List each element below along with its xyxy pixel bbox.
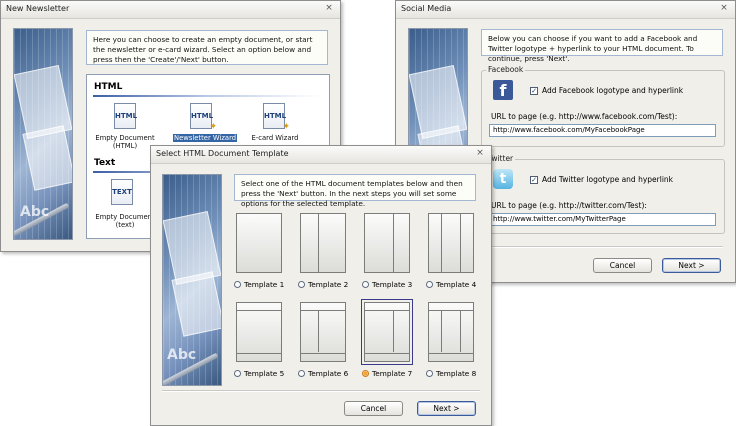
title-bar[interactable]: Social Media × bbox=[396, 1, 735, 19]
template-7-label[interactable]: Template 7 bbox=[372, 369, 412, 378]
cancel-button[interactable]: Cancel bbox=[344, 401, 403, 416]
twitter-checkbox-label[interactable]: Add Twitter logotype and hyperlink bbox=[542, 175, 673, 184]
banner-abc-text: Abc bbox=[20, 204, 50, 220]
template-1-label[interactable]: Template 1 bbox=[244, 280, 284, 289]
section-heading-html: HTML bbox=[94, 82, 123, 92]
wizard-banner-image: Abc bbox=[162, 174, 222, 386]
template-6-label[interactable]: Template 6 bbox=[308, 369, 348, 378]
template-1-preview[interactable] bbox=[236, 213, 282, 273]
facebook-url-input[interactable]: http://www.facebook.com/MyFacebookPage bbox=[489, 124, 716, 137]
title-bar[interactable]: Select HTML Document Template × bbox=[151, 146, 491, 164]
wizard-star-icon: ✦ bbox=[209, 122, 217, 132]
template-4-preview[interactable] bbox=[428, 213, 474, 273]
template-6-preview[interactable] bbox=[300, 302, 346, 362]
facebook-group-label: Facebook bbox=[486, 65, 526, 74]
ecard-wizard-icon[interactable]: HTML ✦ bbox=[263, 103, 290, 132]
facebook-checkbox-label[interactable]: Add Facebook logotype and hyperlink bbox=[542, 86, 683, 95]
template-4-label[interactable]: Template 4 bbox=[436, 280, 476, 289]
info-panel: Below you can choose if you want to add … bbox=[481, 29, 723, 63]
section-heading-text: Text bbox=[94, 158, 116, 168]
template-3-label[interactable]: Template 3 bbox=[372, 280, 412, 289]
wizard-banner-image: Abc bbox=[13, 28, 73, 240]
text-document-icon[interactable]: TEXT bbox=[111, 179, 133, 205]
next-button[interactable]: Next > bbox=[662, 258, 721, 273]
facebook-checkbox[interactable]: ✓ bbox=[530, 87, 538, 95]
twitter-url-label: URL to page (e.g. http://twitter.com/Tes… bbox=[491, 201, 647, 210]
banner-abc-text: Abc bbox=[167, 347, 197, 363]
twitter-url-input[interactable]: http://www.twitter.com/MyTwitterPage bbox=[489, 213, 716, 226]
ecard-wizard-item[interactable]: E-card Wizard bbox=[247, 134, 303, 142]
template-dialog-window: Select HTML Document Template × Abc Sele… bbox=[150, 145, 492, 426]
template-2-radio[interactable] bbox=[298, 281, 305, 288]
newsletter-wizard-item[interactable]: Newsletter Wizard bbox=[173, 134, 238, 142]
newsletter-wizard-icon[interactable]: HTML ✦ bbox=[190, 103, 217, 132]
template-3-preview[interactable] bbox=[364, 213, 410, 273]
info-panel: Select one of the HTML document template… bbox=[234, 174, 476, 208]
facebook-url-label: URL to page (e.g. http://www.facebook.co… bbox=[491, 112, 678, 121]
template-7-radio[interactable] bbox=[362, 370, 369, 377]
twitter-checkbox[interactable]: ✓ bbox=[530, 176, 538, 184]
template-2-label[interactable]: Template 2 bbox=[308, 280, 348, 289]
template-5-radio[interactable] bbox=[234, 370, 241, 377]
template-6-radio[interactable] bbox=[298, 370, 305, 377]
close-icon[interactable]: × bbox=[324, 3, 334, 13]
divider bbox=[162, 390, 480, 392]
template-4-radio[interactable] bbox=[426, 281, 433, 288]
close-icon[interactable]: × bbox=[475, 148, 485, 158]
template-7-preview[interactable] bbox=[361, 299, 413, 365]
template-2-preview[interactable] bbox=[300, 213, 346, 273]
empty-document-text-item[interactable]: Empty Document (text) bbox=[91, 213, 159, 229]
window-title: Social Media bbox=[401, 4, 452, 13]
template-3-radio[interactable] bbox=[362, 281, 369, 288]
template-8-radio[interactable] bbox=[426, 370, 433, 377]
cancel-button[interactable]: Cancel bbox=[593, 258, 652, 273]
html-document-icon[interactable]: HTML bbox=[114, 103, 137, 129]
close-icon[interactable]: × bbox=[719, 3, 729, 13]
window-title: Select HTML Document Template bbox=[156, 149, 289, 158]
wizard-star-icon: ✦ bbox=[282, 122, 290, 132]
next-button[interactable]: Next > bbox=[417, 401, 476, 416]
template-1-radio[interactable] bbox=[234, 281, 241, 288]
title-bar[interactable]: New Newsletter × bbox=[1, 1, 340, 19]
facebook-logo-icon: f bbox=[493, 80, 513, 100]
template-8-preview[interactable] bbox=[428, 302, 474, 362]
template-5-preview[interactable] bbox=[236, 302, 282, 362]
empty-document-html-item[interactable]: Empty Document (HTML) bbox=[91, 134, 159, 150]
twitter-logo-icon: t bbox=[493, 169, 513, 189]
template-8-label[interactable]: Template 8 bbox=[436, 369, 476, 378]
window-title: New Newsletter bbox=[6, 4, 70, 13]
template-5-label[interactable]: Template 5 bbox=[244, 369, 284, 378]
info-panel: Here you can choose to create an empty d… bbox=[86, 30, 328, 65]
